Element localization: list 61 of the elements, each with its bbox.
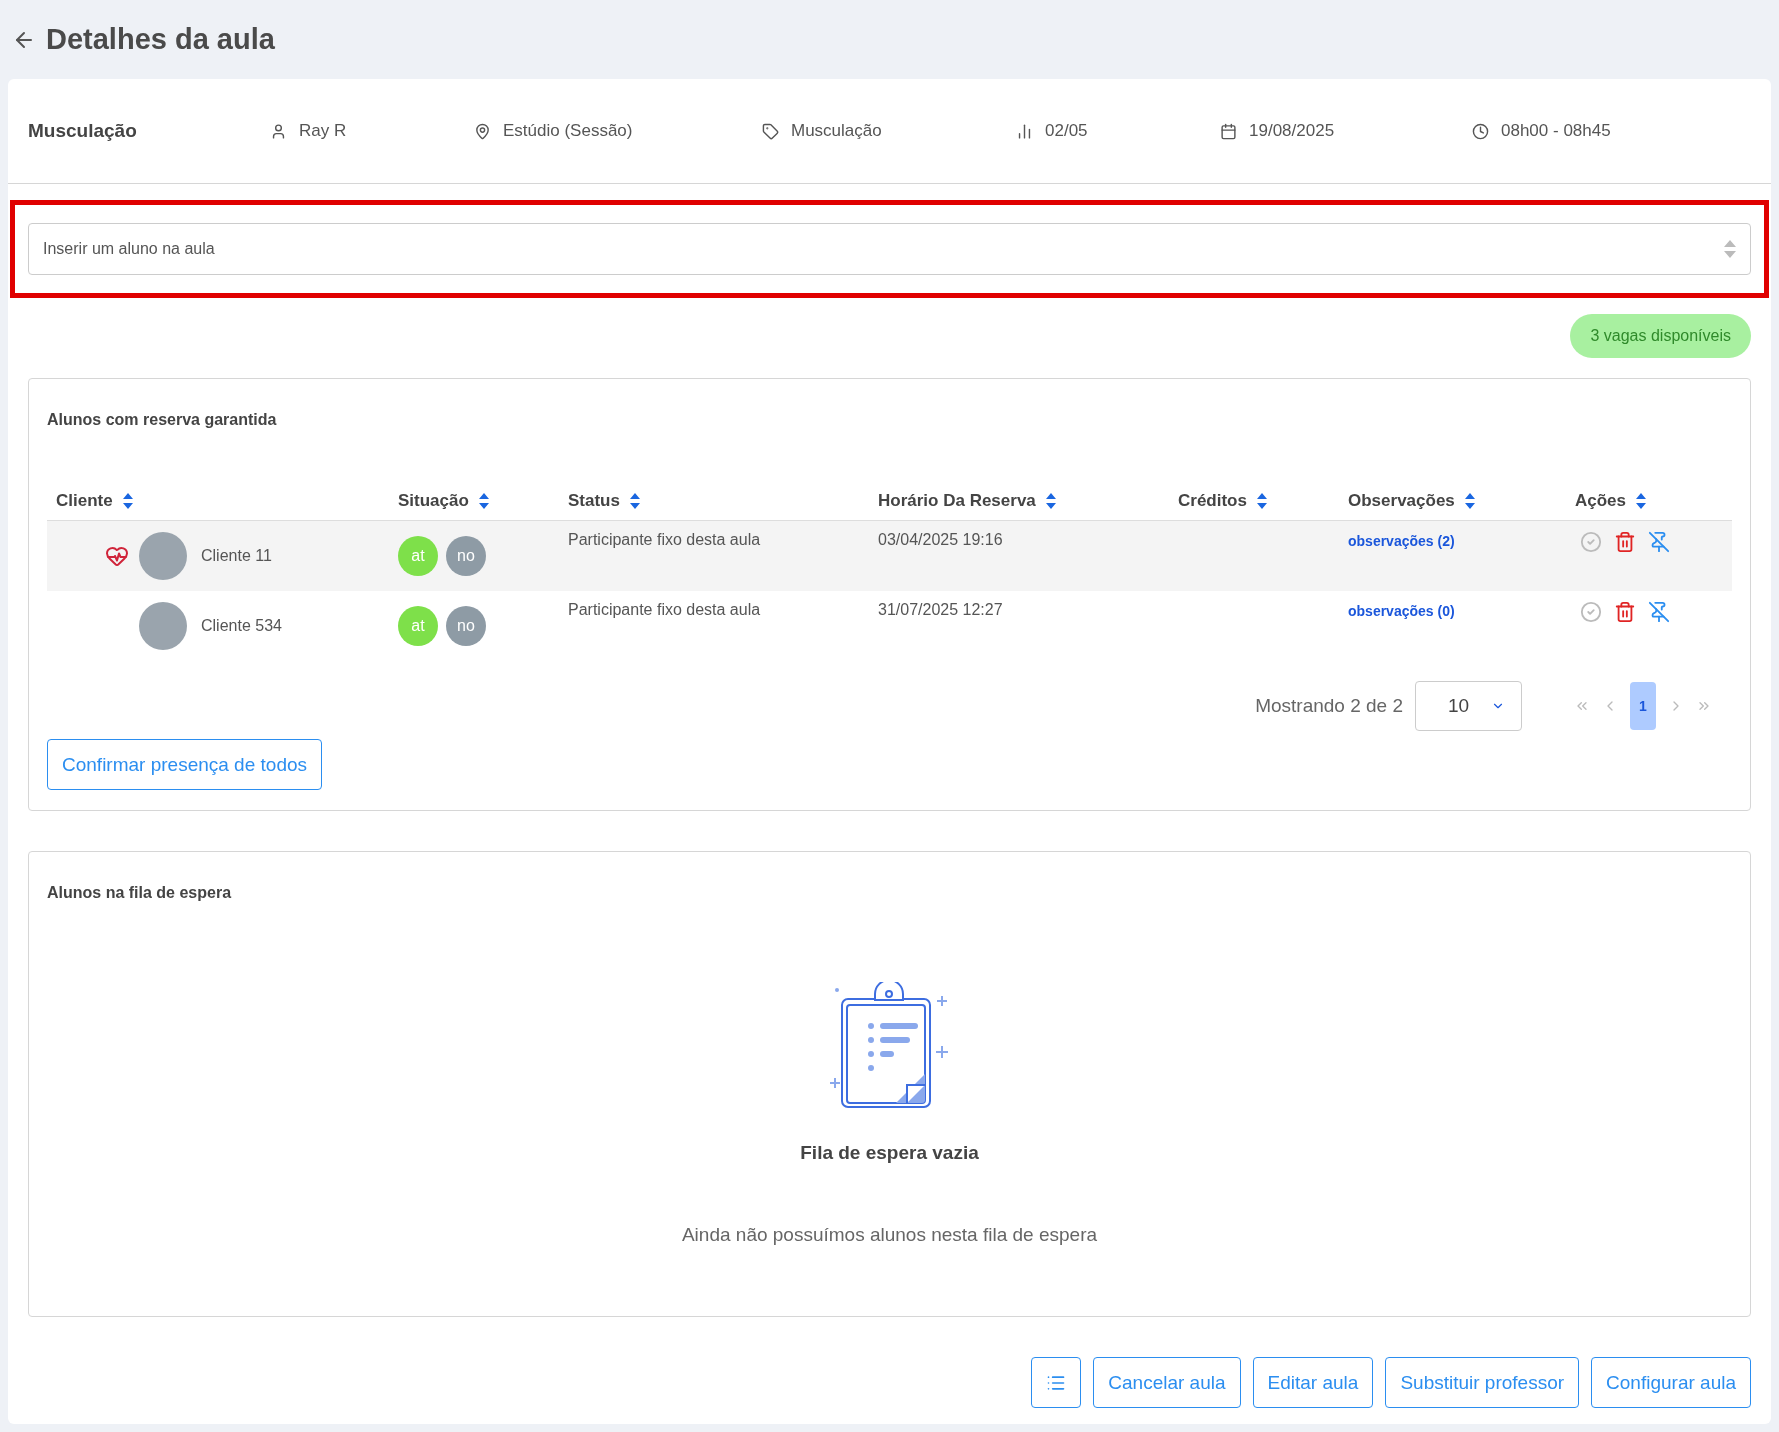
- class-info-text: 19/08/2025: [1249, 121, 1335, 141]
- reservation-time: 03/04/2025 19:16: [878, 531, 1003, 549]
- avatar: [139, 602, 187, 650]
- sort-icon: [1724, 240, 1736, 258]
- sort-icon[interactable]: [122, 492, 133, 509]
- sort-icon[interactable]: [1045, 492, 1056, 509]
- situation-badge[interactable]: no: [446, 536, 486, 576]
- page-title: Detalhes da aula: [46, 23, 275, 56]
- avatar: [139, 532, 187, 580]
- client-name: Cliente 11: [201, 547, 272, 565]
- confirm-all-button[interactable]: Confirmar presença de todos: [47, 739, 322, 790]
- panel-title: Alunos com reserva garantida: [47, 410, 278, 429]
- user-icon: [270, 122, 287, 140]
- empty-text: Ainda não possuímos alunos nesta fila de espera: [681, 1224, 1098, 1246]
- sort-icon[interactable]: [1256, 492, 1267, 509]
- pin-off-icon[interactable]: [1648, 601, 1670, 623]
- empty-title: Fila de espera vazia: [800, 1142, 979, 1164]
- clock-icon: [1472, 122, 1489, 140]
- column-header: Cliente: [56, 490, 113, 511]
- pin-off-icon[interactable]: [1648, 531, 1670, 553]
- column-header: Créditos: [1178, 490, 1247, 511]
- sort-icon[interactable]: [1636, 492, 1647, 509]
- class-info-text: Musculação: [791, 121, 882, 141]
- trash-icon[interactable]: [1614, 531, 1636, 553]
- column-header: Status: [568, 490, 620, 511]
- footer-button[interactable]: Editar aula: [1252, 1357, 1374, 1408]
- panel-title: Alunos na fila de espera: [47, 883, 233, 902]
- calendar-icon: [1220, 122, 1237, 140]
- situation-badge[interactable]: no: [446, 606, 486, 646]
- footer-button[interactable]: Substituir professor: [1385, 1357, 1580, 1408]
- status-text: Participante fixo desta aula: [568, 531, 761, 549]
- class-info-text: Estúdio (Sessão): [503, 121, 633, 141]
- class-info-text: Ray R: [299, 121, 347, 141]
- reservation-time: 31/07/2025 12:27: [878, 601, 1003, 619]
- column-header: Ações: [1575, 490, 1627, 511]
- page-button[interactable]: 1: [1630, 682, 1656, 730]
- vacancies-badge: 3 vagas disponíveis: [1570, 314, 1751, 358]
- list-button[interactable]: [1031, 1357, 1082, 1408]
- page-size-select[interactable]: 10: [1415, 681, 1522, 731]
- class-name: Musculação: [28, 120, 138, 142]
- sort-icon[interactable]: [478, 492, 489, 509]
- class-info-text: 08h00 - 08h45: [1501, 121, 1611, 141]
- notes-link[interactable]: observações (2): [1348, 533, 1455, 549]
- sort-icon[interactable]: [1464, 492, 1475, 509]
- footer-button[interactable]: Cancelar aula: [1093, 1357, 1241, 1408]
- status-text: Participante fixo desta aula: [568, 601, 761, 619]
- check-circle-icon[interactable]: [1580, 531, 1602, 553]
- sort-icon[interactable]: [629, 492, 640, 509]
- check-circle-icon[interactable]: [1580, 601, 1602, 623]
- tag-icon: [762, 122, 779, 140]
- student-select[interactable]: Inserir um aluno na aula: [28, 223, 1751, 275]
- column-header: Horário Da Reserva: [878, 490, 1036, 511]
- client-name: Cliente 534: [201, 617, 282, 635]
- location-icon: [474, 122, 491, 140]
- footer-button[interactable]: Configurar aula: [1591, 1357, 1751, 1408]
- notes-link[interactable]: observações (0): [1348, 603, 1455, 619]
- column-header: Situação: [398, 490, 469, 511]
- column-header: Observações: [1348, 490, 1455, 511]
- class-info-text: 02/05: [1045, 121, 1088, 141]
- pagination-summary: Mostrando 2 de 2: [1255, 695, 1403, 717]
- trash-icon[interactable]: [1614, 601, 1636, 623]
